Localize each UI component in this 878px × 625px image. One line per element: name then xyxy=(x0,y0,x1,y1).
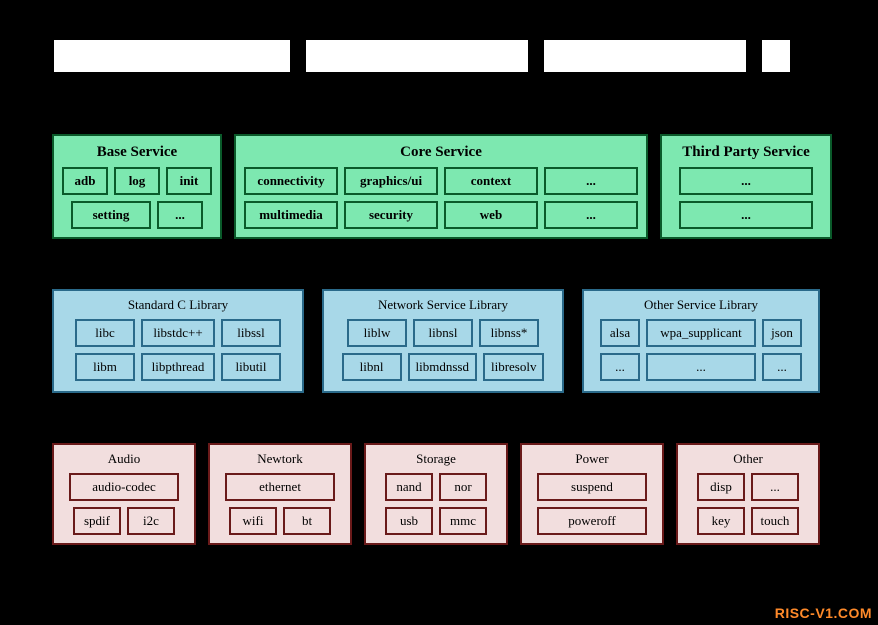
lib-libc: libc xyxy=(75,319,135,347)
third-party-title: Third Party Service xyxy=(670,140,822,167)
svc-init: init xyxy=(166,167,212,195)
app-box-4 xyxy=(760,38,792,74)
svc-core-more-1: ... xyxy=(544,167,638,195)
krn-bt: bt xyxy=(283,507,331,535)
lib-liblw: liblw xyxy=(347,319,407,347)
std-c-library-box: Standard C Library libc libstdc++ libssl… xyxy=(52,289,304,393)
lib-wpa: wpa_supplicant xyxy=(646,319,756,347)
app-box-3 xyxy=(542,38,748,74)
kernel-power-title: Power xyxy=(530,449,654,473)
services-row: Base Service adb log init setting ... Co… xyxy=(0,134,878,239)
kernel-row: Audio audio-codec spdif i2c Newtork ethe… xyxy=(0,443,878,545)
krn-poweroff: poweroff xyxy=(537,507,647,535)
lib-libresolv: libresolv xyxy=(483,353,545,381)
kernel-audio-box: Audio audio-codec spdif i2c xyxy=(52,443,196,545)
krn-disp: disp xyxy=(697,473,745,501)
lib-libnl: libnl xyxy=(342,353,402,381)
svc-setting: setting xyxy=(71,201,151,229)
lib-alsa: alsa xyxy=(600,319,640,347)
application-row xyxy=(0,38,878,74)
kernel-storage-box: Storage nand nor usb mmc xyxy=(364,443,508,545)
kernel-audio-title: Audio xyxy=(62,449,186,473)
svc-core-more-2: ... xyxy=(544,201,638,229)
app-box-2 xyxy=(304,38,530,74)
lib-libpthread: libpthread xyxy=(141,353,215,381)
network-library-box: Network Service Library liblw libnsl lib… xyxy=(322,289,564,393)
krn-nor: nor xyxy=(439,473,487,501)
third-party-service-box: Third Party Service ... ... xyxy=(660,134,832,239)
std-c-title: Standard C Library xyxy=(64,295,292,319)
base-service-title: Base Service xyxy=(62,140,212,167)
svc-log: log xyxy=(114,167,160,195)
kernel-storage-title: Storage xyxy=(374,449,498,473)
krn-other-more: ... xyxy=(751,473,799,501)
libraries-row: Standard C Library libc libstdc++ libssl… xyxy=(0,289,878,393)
kernel-other-box: Other disp ... key touch xyxy=(676,443,820,545)
other-library-box: Other Service Library alsa wpa_supplican… xyxy=(582,289,820,393)
krn-key: key xyxy=(697,507,745,535)
lib-libnss: libnss* xyxy=(479,319,539,347)
svc-context: context xyxy=(444,167,538,195)
krn-audio-codec: audio-codec xyxy=(69,473,179,501)
lib-json: json xyxy=(762,319,802,347)
core-service-box: Core Service connectivity graphics/ui co… xyxy=(234,134,648,239)
svc-base-more: ... xyxy=(157,201,203,229)
other-lib-title: Other Service Library xyxy=(594,295,808,319)
krn-i2c: i2c xyxy=(127,507,175,535)
svc-security: security xyxy=(344,201,438,229)
krn-touch: touch xyxy=(751,507,799,535)
svc-adb: adb xyxy=(62,167,108,195)
svc-web: web xyxy=(444,201,538,229)
kernel-power-box: Power suspend poweroff xyxy=(520,443,664,545)
watermark: RISC-V1.COM xyxy=(775,605,872,621)
core-service-title: Core Service xyxy=(244,140,638,167)
krn-usb: usb xyxy=(385,507,433,535)
krn-suspend: suspend xyxy=(537,473,647,501)
lib-libnsl: libnsl xyxy=(413,319,473,347)
lib-libstdcpp: libstdc++ xyxy=(141,319,215,347)
base-service-box: Base Service adb log init setting ... xyxy=(52,134,222,239)
svc-third-1: ... xyxy=(679,167,813,195)
krn-spdif: spdif xyxy=(73,507,121,535)
svc-graphics: graphics/ui xyxy=(344,167,438,195)
krn-wifi: wifi xyxy=(229,507,277,535)
krn-nand: nand xyxy=(385,473,433,501)
lib-libm: libm xyxy=(75,353,135,381)
lib-other-1: ... xyxy=(600,353,640,381)
kernel-other-title: Other xyxy=(686,449,810,473)
lib-libmdnssd: libmdnssd xyxy=(408,353,477,381)
krn-ethernet: ethernet xyxy=(225,473,335,501)
lib-other-2: ... xyxy=(646,353,756,381)
krn-mmc: mmc xyxy=(439,507,487,535)
lib-libutil: libutil xyxy=(221,353,281,381)
lib-other-3: ... xyxy=(762,353,802,381)
svc-connectivity: connectivity xyxy=(244,167,338,195)
kernel-network-title: Newtork xyxy=(218,449,342,473)
network-lib-title: Network Service Library xyxy=(334,295,552,319)
svc-multimedia: multimedia xyxy=(244,201,338,229)
app-box-1 xyxy=(52,38,292,74)
kernel-network-box: Newtork ethernet wifi bt xyxy=(208,443,352,545)
svc-third-2: ... xyxy=(679,201,813,229)
lib-libssl: libssl xyxy=(221,319,281,347)
